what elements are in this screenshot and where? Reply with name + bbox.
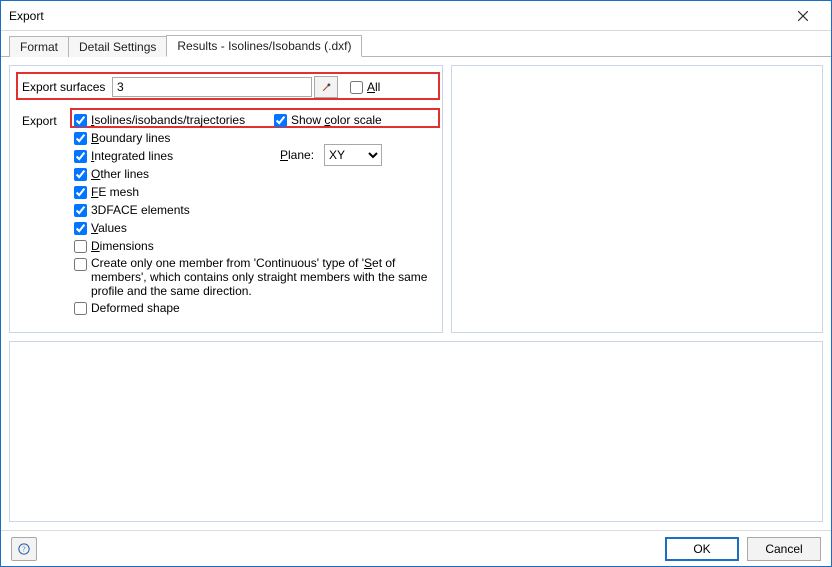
- help-button[interactable]: ?: [11, 537, 37, 561]
- export-options: Isolines/isobands/trajectories Show colo…: [74, 112, 444, 318]
- continuous-member-checkbox-row[interactable]: Create only one member from 'Continuous'…: [74, 256, 444, 298]
- fe-mesh-checkbox-row[interactable]: FE mesh: [74, 184, 444, 200]
- close-icon: [798, 11, 808, 21]
- values-checkbox[interactable]: [74, 222, 87, 235]
- pick-surfaces-button[interactable]: [314, 76, 338, 98]
- 3dface-checkbox[interactable]: [74, 204, 87, 217]
- export-surfaces-row: Export surfaces All: [22, 76, 380, 98]
- isolines-checkbox[interactable]: [74, 114, 87, 127]
- cancel-button[interactable]: Cancel: [747, 537, 821, 561]
- 3dface-checkbox-row[interactable]: 3DFACE elements: [74, 202, 444, 218]
- all-checkbox-row[interactable]: All: [350, 80, 380, 94]
- export-surfaces-label: Export surfaces: [22, 80, 112, 94]
- plane-select[interactable]: XY: [324, 144, 382, 166]
- all-label: All: [367, 80, 380, 94]
- other-lines-checkbox-row[interactable]: Other lines: [74, 166, 444, 182]
- continuous-member-label: Create only one member from 'Continuous'…: [91, 256, 444, 298]
- other-lines-label: Other lines: [91, 166, 149, 182]
- preview-panel: [451, 65, 823, 333]
- values-label: Values: [91, 220, 127, 236]
- dimensions-checkbox-row[interactable]: Dimensions: [74, 238, 444, 254]
- svg-text:?: ?: [22, 544, 26, 553]
- fe-mesh-label: FE mesh: [91, 184, 139, 200]
- export-surfaces-input[interactable]: [112, 77, 312, 97]
- titlebar: Export: [1, 1, 831, 31]
- other-lines-checkbox[interactable]: [74, 168, 87, 181]
- eyedropper-icon: [321, 81, 331, 93]
- tab-results[interactable]: Results - Isolines/Isobands (.dxf): [166, 35, 362, 57]
- isolines-checkbox-row[interactable]: Isolines/isobands/trajectories: [74, 112, 274, 128]
- boundary-lines-checkbox[interactable]: [74, 132, 87, 145]
- dimensions-label: Dimensions: [91, 238, 154, 254]
- tab-row: Format Detail Settings Results - Isoline…: [1, 31, 831, 57]
- deformed-shape-checkbox-row[interactable]: Deformed shape: [74, 300, 444, 316]
- 3dface-label: 3DFACE elements: [91, 202, 190, 218]
- boundary-lines-checkbox-row[interactable]: Boundary lines: [74, 130, 444, 146]
- isolines-label: Isolines/isobands/trajectories: [91, 112, 245, 128]
- options-panel: Export surfaces All Export: [9, 65, 443, 333]
- values-checkbox-row[interactable]: Values: [74, 220, 444, 236]
- plane-label: Plane:: [280, 148, 314, 162]
- lower-panel: [9, 341, 823, 522]
- tab-detail-settings[interactable]: Detail Settings: [68, 36, 167, 57]
- boundary-lines-label: Boundary lines: [91, 130, 170, 146]
- integrated-lines-checkbox-row[interactable]: Integrated lines: [74, 148, 444, 164]
- help-icon: ?: [18, 542, 30, 556]
- deformed-shape-label: Deformed shape: [91, 300, 180, 316]
- dimensions-checkbox[interactable]: [74, 240, 87, 253]
- ok-button[interactable]: OK: [665, 537, 739, 561]
- continuous-member-checkbox[interactable]: [74, 258, 87, 271]
- footer: ? OK Cancel: [1, 530, 831, 566]
- deformed-shape-checkbox[interactable]: [74, 302, 87, 315]
- integrated-lines-label: Integrated lines: [91, 148, 173, 164]
- tab-format[interactable]: Format: [9, 36, 69, 57]
- export-dialog: Export Format Detail Settings Results - …: [0, 0, 832, 567]
- show-color-scale-checkbox[interactable]: [274, 114, 287, 127]
- show-color-scale-checkbox-row[interactable]: Show color scale: [274, 112, 444, 128]
- fe-mesh-checkbox[interactable]: [74, 186, 87, 199]
- integrated-lines-checkbox[interactable]: [74, 150, 87, 163]
- plane-row: Plane: XY: [280, 144, 382, 166]
- window-title: Export: [9, 9, 783, 23]
- content-area: Export surfaces All Export: [1, 57, 831, 530]
- close-button[interactable]: [783, 2, 823, 30]
- show-color-scale-label: Show color scale: [291, 112, 382, 128]
- all-checkbox[interactable]: [350, 81, 363, 94]
- export-label: Export: [22, 114, 57, 128]
